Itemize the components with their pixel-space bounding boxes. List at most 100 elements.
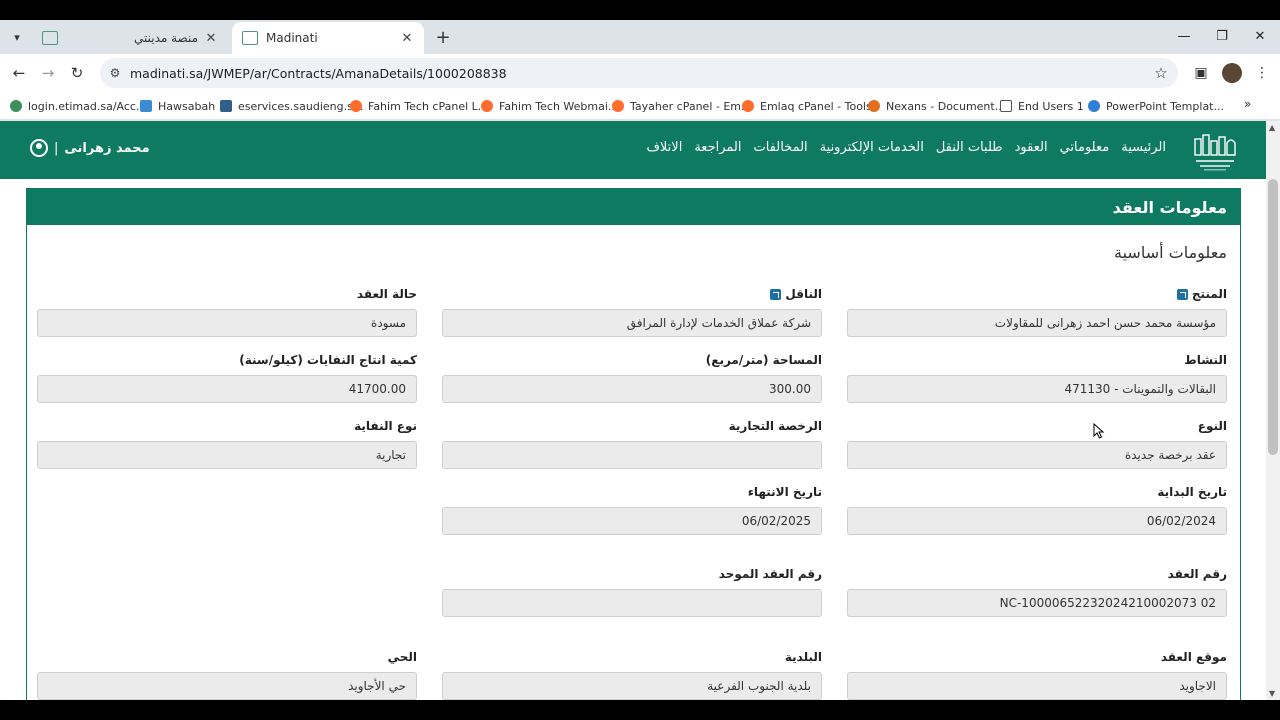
bookmark-item[interactable]: Hawsabah	[140, 97, 215, 115]
nav-contracts[interactable]: العقود	[1015, 140, 1048, 155]
bookmark-label: Hawsabah	[158, 99, 216, 113]
unified-number-field	[442, 589, 822, 617]
reload-button[interactable]: ↻	[64, 60, 90, 86]
scrollbar-thumb[interactable]	[1268, 179, 1278, 455]
district-field: حي الأجاويد	[37, 672, 417, 700]
bookmark-icon	[140, 100, 152, 112]
page-viewport: الرئيسية معلوماتي العقود طلبات النقل الخ…	[0, 121, 1266, 700]
area-field: 300.00	[442, 375, 822, 403]
minimize-button[interactable]: —	[1166, 22, 1202, 50]
cpanel-icon	[742, 100, 754, 112]
tab-close-icon[interactable]: ✕	[204, 31, 218, 46]
scroll-up-icon[interactable]: ▲	[1269, 123, 1275, 132]
start-date-field: 06/02/2024	[847, 507, 1227, 535]
url-text[interactable]: madinati.sa/JWMEP/ar/Contracts/AmanaDeta…	[130, 66, 1144, 81]
bookmark-item[interactable]: login.etimad.sa/Acc...	[10, 97, 146, 115]
producer-label: المنتج	[1176, 287, 1227, 301]
bookmark-label: End Users 1	[1018, 99, 1084, 113]
type-field: عقد برخصة جديدة	[847, 441, 1227, 469]
commercial-license-label: الرخصة التجارية	[728, 419, 822, 433]
nav-home[interactable]: الرئيسية	[1121, 140, 1166, 155]
cpanel-icon	[612, 100, 624, 112]
tab-close-icon[interactable]: ✕	[400, 31, 414, 46]
address-bar[interactable]: ⚙ madinati.sa/JWMEP/ar/Contracts/AmanaDe…	[100, 58, 1178, 88]
section-title: معلومات أساسية	[1114, 243, 1227, 262]
bookmark-label: login.etimad.sa/Acc...	[28, 99, 147, 113]
bookmark-label: Fahim Tech Webmai...	[499, 99, 619, 113]
contract-status-field: مسودة	[37, 309, 417, 337]
location-label: موقع العقد	[1160, 650, 1227, 664]
user-name: محمد زهرانى	[64, 140, 150, 156]
card-header: معلومات العقد	[27, 189, 1240, 225]
bookmark-item[interactable]: Fahim Tech cPanel L...	[350, 97, 488, 115]
activity-field: 471130 - البقالات والتموينات	[847, 375, 1227, 403]
municipality-label: البلدية	[784, 650, 822, 664]
cpanel-icon	[481, 100, 493, 112]
top-black-bar	[0, 0, 1280, 20]
bookmark-item[interactable]: PowerPoint Templat...	[1088, 97, 1224, 115]
bookmark-item[interactable]: eservices.saudieng.s...	[220, 97, 363, 115]
bookmark-icon	[10, 100, 22, 112]
nav-e-services[interactable]: الخدمات الإلكترونية	[820, 140, 924, 155]
restore-button[interactable]: ❐	[1204, 22, 1240, 50]
nav-violations[interactable]: المخالفات	[753, 140, 807, 155]
bookmark-star-icon[interactable]: ☆	[1144, 64, 1178, 82]
bookmark-item[interactable]: Emlaq cPanel - Tools	[742, 97, 872, 115]
side-panel-icon[interactable]: ▣	[1190, 63, 1212, 83]
waste-qty-label: كمية انتاج النفايات (كيلو/سنة)	[239, 353, 417, 367]
bookmark-item[interactable]: Nexans - Document...	[868, 97, 1005, 115]
activity-label: النشاط	[1184, 353, 1227, 367]
tab-search-dropdown-icon[interactable]: ▾	[6, 26, 28, 48]
bookmark-item[interactable]: Tayaher cPanel - Em...	[612, 97, 752, 115]
bookmark-label: PowerPoint Templat...	[1106, 99, 1224, 113]
commercial-license-field	[442, 441, 822, 469]
browser-toolbar: ← → ↻ ⚙ madinati.sa/JWMEP/ar/Contracts/A…	[0, 54, 1280, 92]
producer-field: مؤسسة محمد حسن احمد زهرانى للمقاولات	[847, 309, 1227, 337]
close-window-button[interactable]: ✕	[1242, 22, 1278, 50]
profile-avatar[interactable]	[1222, 63, 1242, 83]
user-circle-icon	[30, 139, 48, 157]
user-menu[interactable]: | محمد زهرانى	[30, 137, 150, 159]
folder-icon	[1000, 100, 1012, 112]
waste-type-field: تجارية	[37, 441, 417, 469]
carrier-label: الناقل	[770, 287, 822, 301]
start-date-label: تاريخ البداية	[1157, 485, 1227, 499]
tab-madinati[interactable]: Madinati ✕	[232, 22, 424, 54]
bookmark-icon	[220, 100, 232, 112]
user-separator: |	[54, 140, 59, 156]
bookmark-label: Nexans - Document...	[886, 99, 1006, 113]
nav-disposal[interactable]: الاتلاف	[646, 140, 682, 155]
external-link-icon[interactable]	[770, 288, 782, 300]
municipality-field: بلدية الجنوب الفرعية	[442, 672, 822, 700]
bookmarks-bar: login.etimad.sa/Acc... Hawsabah eservice…	[0, 92, 1280, 120]
bookmark-label: Tayaher cPanel - Em...	[630, 99, 752, 113]
menu-kebab-icon[interactable]: ⋮	[1251, 63, 1273, 83]
contract-status-label: حالة العقد	[356, 287, 417, 301]
end-date-label: تاريخ الانتهاء	[747, 485, 822, 499]
end-date-field: 06/02/2025	[442, 507, 822, 535]
madinati-favicon-icon	[42, 31, 58, 45]
nav-transfer-requests[interactable]: طلبات النقل	[936, 140, 1003, 155]
tab-title: Madinati	[266, 31, 318, 45]
bookmark-icon	[868, 100, 880, 112]
nav-my-info[interactable]: معلوماتي	[1060, 140, 1110, 155]
page-scrollbar[interactable]: ▲ ▼	[1266, 121, 1280, 700]
tab-title: منصة مدينتي	[133, 31, 198, 45]
bookmarks-overflow-icon[interactable]: »	[1244, 97, 1251, 111]
back-button[interactable]: ←	[6, 60, 32, 86]
tab-madinati-platform[interactable]: منصة مدينتي ✕	[32, 22, 228, 54]
bookmark-label: eservices.saudieng.s...	[238, 99, 364, 113]
external-link-icon[interactable]	[1176, 288, 1188, 300]
scroll-down-icon[interactable]: ▼	[1269, 689, 1275, 698]
browser-window: ▾ منصة مدينتي ✕ Madinati ✕ + — ❐ ✕ ← → ↻…	[0, 0, 1280, 720]
location-field: الاجاويد	[847, 672, 1227, 700]
bottom-black-bar	[0, 700, 1280, 720]
bookmark-folder[interactable]: End Users 1	[1000, 97, 1084, 115]
forward-button[interactable]: →	[35, 60, 61, 86]
type-label: النوع	[1197, 419, 1227, 433]
bookmark-item[interactable]: Fahim Tech Webmai...	[481, 97, 618, 115]
new-tab-button[interactable]: +	[432, 26, 454, 48]
madinati-favicon-icon	[242, 31, 258, 45]
site-info-icon[interactable]: ⚙	[100, 66, 130, 80]
nav-review[interactable]: المراجعة	[694, 140, 741, 155]
